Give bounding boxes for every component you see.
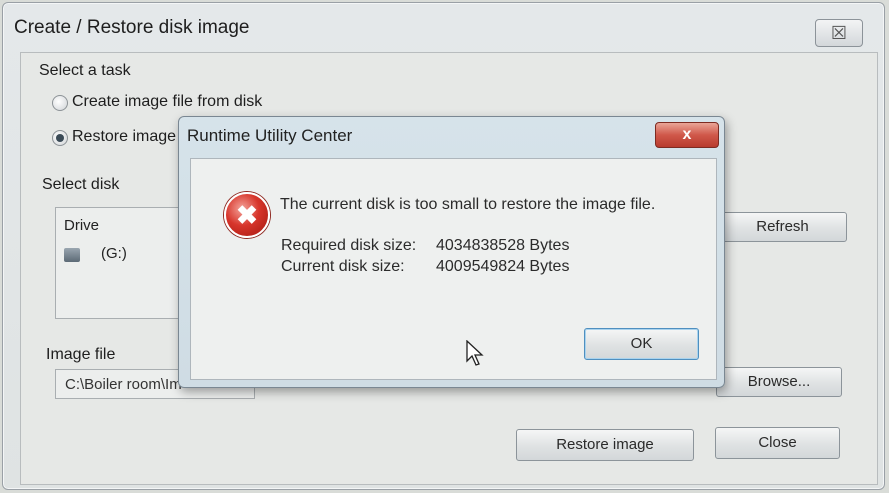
error-dialog-close-button[interactable]: x [655, 122, 719, 148]
error-icon: ✖ [224, 192, 270, 238]
select-disk-label: Select disk [42, 176, 120, 193]
restore-image-radio[interactable] [52, 130, 68, 146]
window-close-button[interactable]: ☒ [815, 19, 863, 47]
refresh-button[interactable]: Refresh [718, 212, 847, 242]
error-message: The current disk is too small to restore… [280, 196, 656, 213]
image-file-label: Image file [46, 346, 116, 363]
select-task-label: Select a task [39, 62, 131, 79]
drive-column-header: Drive [64, 217, 100, 234]
create-image-radio-label[interactable]: Create image file from disk [72, 93, 262, 111]
create-image-radio[interactable] [52, 95, 68, 111]
window-title: Create / Restore disk image [14, 17, 250, 38]
restore-image-button[interactable]: Restore image [516, 429, 694, 461]
ok-button[interactable]: OK [584, 328, 699, 360]
required-size-label: Required disk size: [281, 237, 417, 254]
error-dialog-title: Runtime Utility Center [187, 126, 353, 145]
current-size-value: 4009549824 Bytes [436, 258, 570, 275]
drive-icon [64, 248, 80, 262]
drive-label: (G:) [101, 245, 127, 262]
mouse-pointer-icon [466, 340, 484, 366]
current-size-label: Current disk size: [281, 258, 405, 275]
close-button[interactable]: Close [715, 427, 840, 459]
required-size-value: 4034838528 Bytes [436, 237, 570, 254]
restore-image-radio-label[interactable]: Restore image [72, 128, 176, 146]
browse-button[interactable]: Browse... [716, 367, 842, 397]
